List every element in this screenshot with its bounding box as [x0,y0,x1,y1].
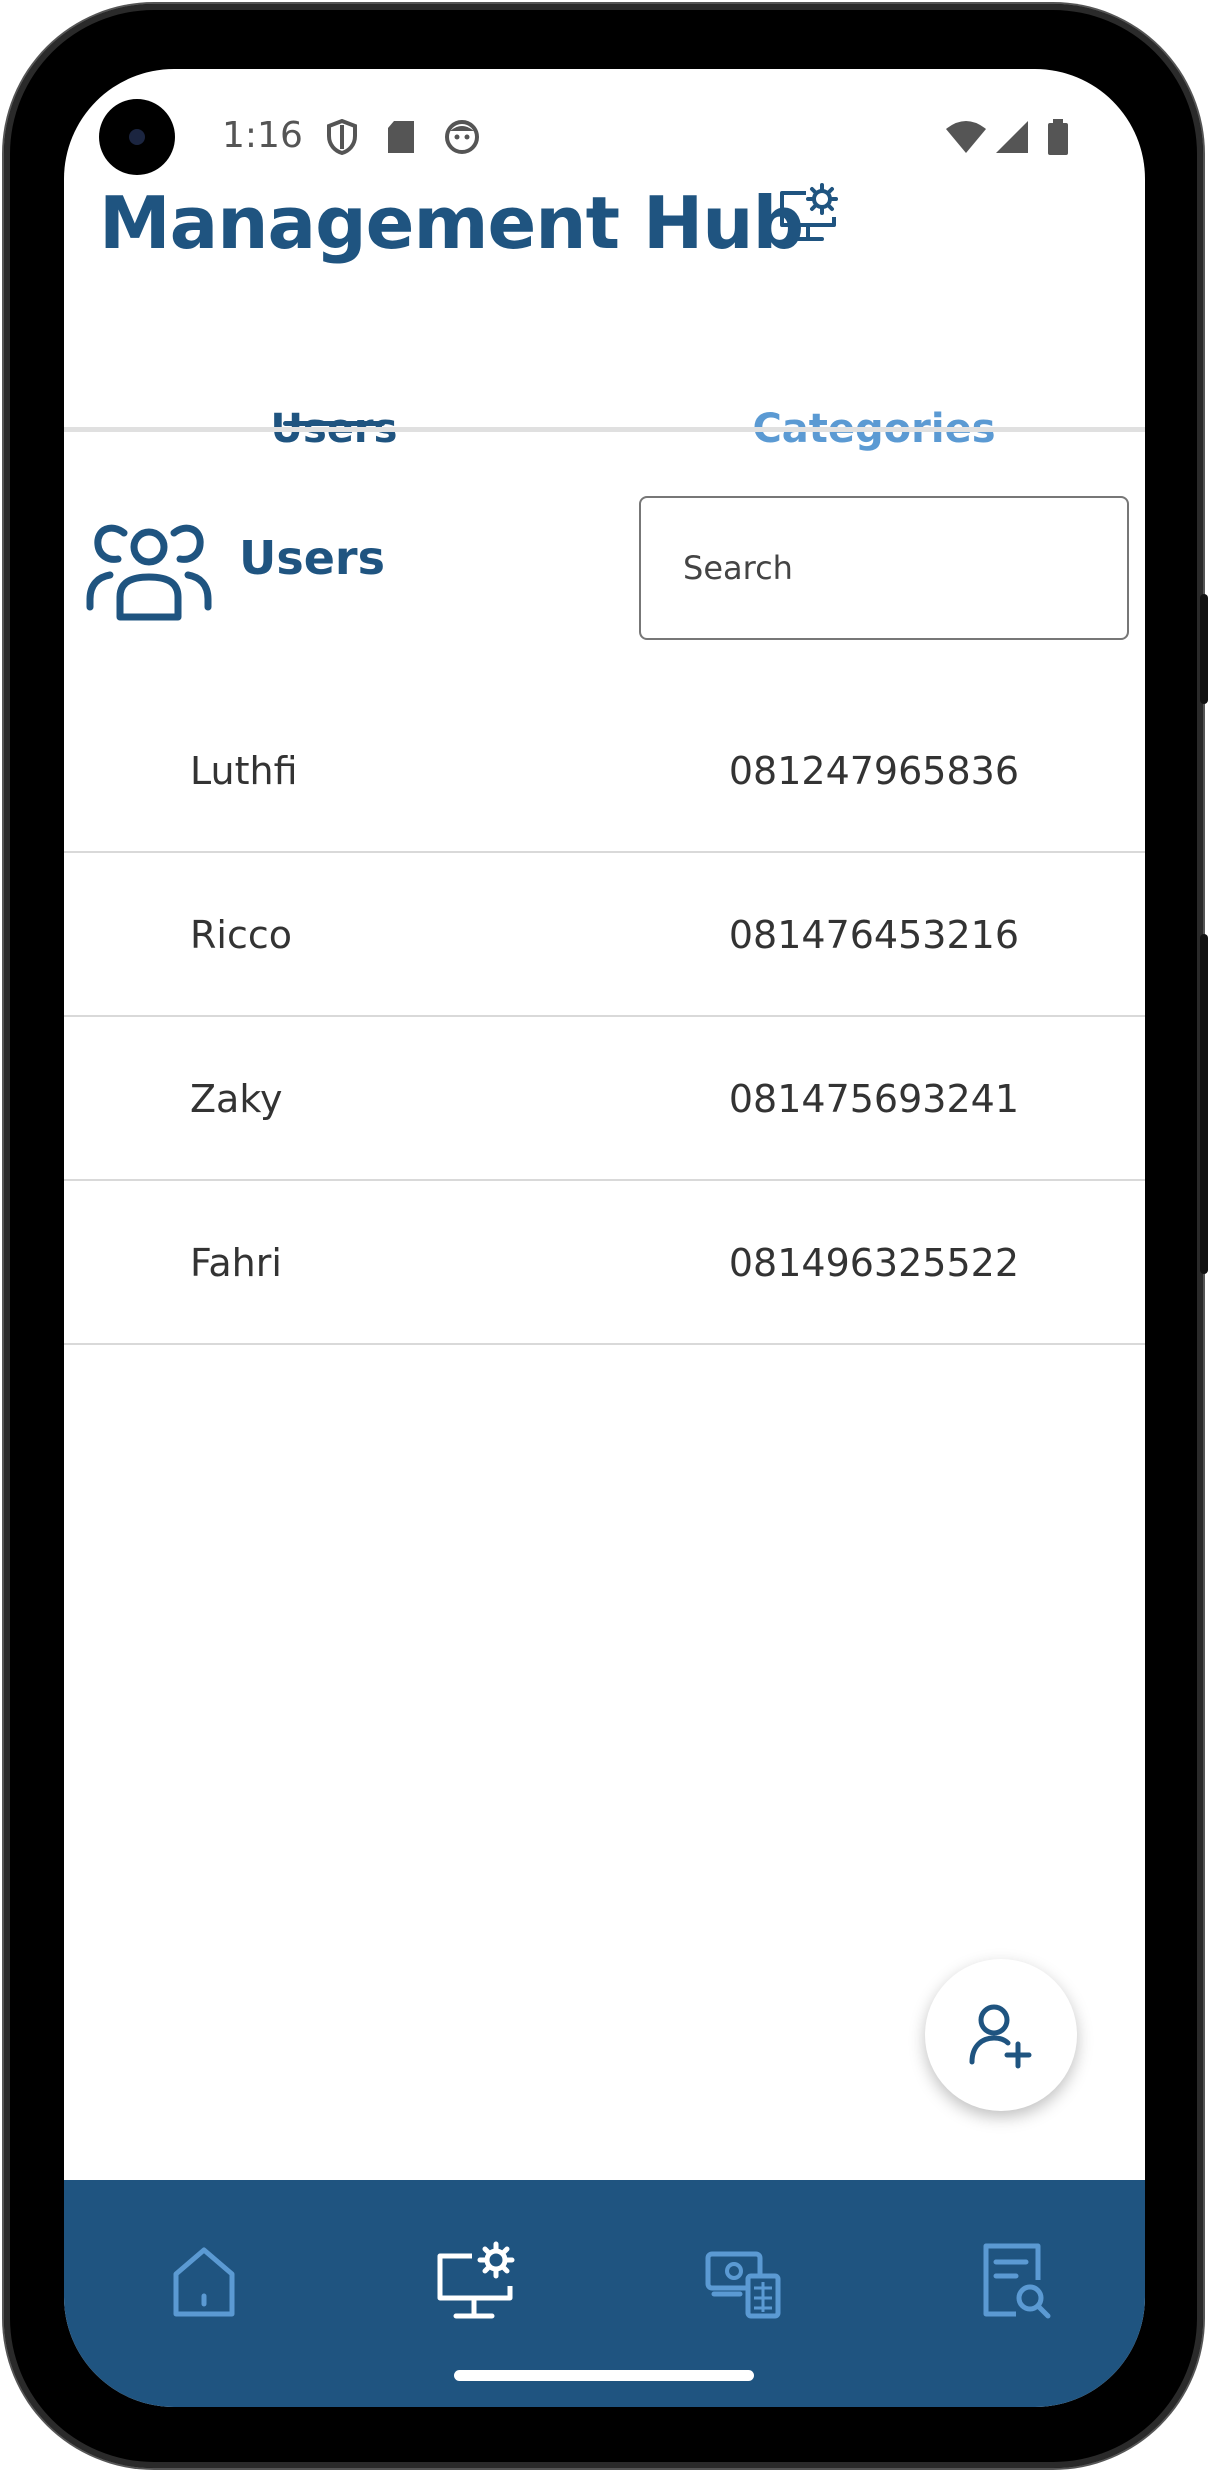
tab-indicator [283,421,385,426]
section-title: Users [239,531,385,585]
signal-icon [996,121,1028,153]
user-name: Zaky [190,1077,283,1121]
user-name: Ricco [190,913,292,957]
gesture-bar[interactable] [454,2370,754,2381]
list-item[interactable]: Zaky 081475693241 [64,1017,1145,1181]
management-icon [437,2241,515,2319]
tab-bar: Users Categories [64,369,1145,495]
front-camera [99,99,175,175]
battery-icon [1048,119,1068,155]
add-user-button[interactable] [925,1959,1077,2111]
search-input[interactable] [639,496,1129,640]
volume-button [1200,934,1208,1274]
user-list: Luthfi 081247965836 Ricco 081476453216 Z… [64,689,1145,1345]
transactions-icon [705,2251,781,2319]
tabs-divider [64,427,1145,432]
shield-icon [327,119,357,155]
nav-reports[interactable] [964,2230,1064,2330]
list-item[interactable]: Ricco 081476453216 [64,853,1145,1017]
list-item[interactable]: Luthfi 081247965836 [64,689,1145,853]
user-phone: 081496325522 [728,1241,1019,1285]
side-button [1200,594,1208,704]
list-item[interactable]: Fahri 081496325522 [64,1181,1145,1345]
user-phone: 081247965836 [728,749,1019,793]
home-icon [173,2247,235,2317]
app-screen: 1:16 Management Hub Categories Users Sea… [64,69,1145,2407]
wifi-icon [946,121,986,153]
user-name: Luthfi [190,749,298,793]
face-icon [445,120,479,154]
nav-management[interactable] [426,2230,526,2330]
phone-frame: 1:16 Management Hub Categories Users Sea… [4,4,1208,2468]
status-time: 1:16 [222,115,303,156]
page-title: Management Hub [99,181,804,265]
user-phone: 081475693241 [728,1077,1019,1121]
reports-icon [983,2243,1051,2319]
nav-transactions[interactable] [694,2230,794,2330]
monitor-settings-icon [780,183,838,241]
nav-home[interactable] [154,2230,254,2330]
sd-card-icon [388,121,414,153]
user-name: Fahri [190,1241,282,1285]
add-user-icon [969,2004,1032,2069]
users-icon [86,524,212,621]
user-phone: 081476453216 [728,913,1019,957]
